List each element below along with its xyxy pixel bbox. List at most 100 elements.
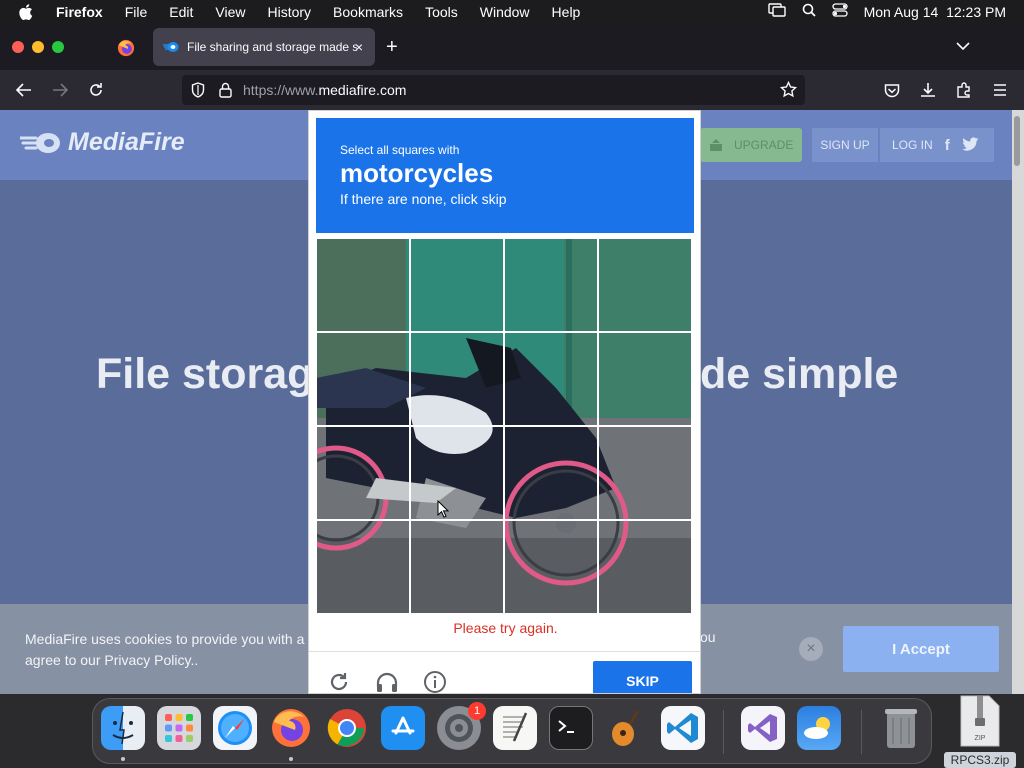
captcha-skip-button[interactable]: SKIP [593, 661, 692, 693]
finder-running-indicator [121, 757, 125, 761]
pinned-tab-firefox[interactable] [114, 36, 138, 60]
textedit-icon[interactable] [493, 706, 537, 750]
extensions-puzzle-icon[interactable] [954, 80, 974, 100]
mediafire-logo[interactable]: MediaFire [20, 128, 185, 157]
mediafire-favicon-icon [163, 42, 179, 52]
captcha-instruction-text: Select all squares with [340, 143, 460, 157]
twitter-icon[interactable] [961, 136, 979, 154]
trash-icon[interactable] [879, 706, 923, 750]
accept-cookies-button[interactable]: I Accept [843, 626, 999, 672]
vscode-icon[interactable] [661, 706, 705, 750]
menu-tools[interactable]: Tools [425, 4, 458, 20]
captcha-tile[interactable] [316, 520, 410, 614]
menu-help[interactable]: Help [552, 4, 581, 20]
screen-mirroring-icon[interactable] [767, 3, 786, 20]
captcha-reload-icon[interactable] [326, 669, 352, 693]
captcha-hint: If there are none, click skip [340, 191, 507, 207]
forward-arrow-icon[interactable] [50, 80, 70, 100]
firefox-running-indicator [289, 757, 293, 761]
captcha-tile[interactable] [598, 238, 692, 332]
hamburger-menu-icon[interactable] [990, 80, 1010, 100]
sign-up-button[interactable]: SIGN UP [812, 128, 878, 162]
cookie-message: MediaFire uses cookies to provide you wi… [25, 631, 317, 668]
window-close-button[interactable] [12, 41, 24, 53]
mediafire-flame-icon [20, 132, 60, 153]
chrome-icon[interactable] [325, 706, 369, 750]
menu-edit[interactable]: Edit [169, 4, 193, 20]
menubar-clock[interactable]: Mon Aug 14 12:23 PM [864, 4, 1006, 20]
captcha-tile[interactable] [410, 332, 504, 426]
captcha-info-icon[interactable] [422, 669, 448, 693]
bookmark-star-icon[interactable] [779, 80, 798, 103]
menu-bar: Firefox File Edit View History Bookmarks… [0, 0, 1024, 23]
downloads-icon[interactable] [918, 80, 938, 100]
captcha-tile[interactable] [410, 238, 504, 332]
hero-heading-left: File storag [96, 350, 314, 398]
garageband-icon[interactable] [605, 706, 649, 750]
back-arrow-icon[interactable] [14, 80, 34, 100]
captcha-error-message: Please try again. [453, 620, 558, 636]
spotlight-search-icon[interactable] [802, 3, 816, 20]
launchpad-icon[interactable] [157, 706, 201, 750]
captcha-tile[interactable] [410, 520, 504, 614]
menu-file[interactable]: File [125, 4, 148, 20]
zip-file-name[interactable]: RPCS3.zip [944, 752, 1016, 768]
captcha-tile[interactable] [316, 238, 410, 332]
apple-menu-icon[interactable] [18, 3, 34, 20]
captcha-tile[interactable] [598, 520, 692, 614]
upgrade-box-icon [710, 139, 722, 151]
url-text[interactable]: https://www.mediafire.com [243, 82, 406, 98]
captcha-tile[interactable] [410, 426, 504, 520]
window-zoom-button[interactable] [52, 41, 64, 53]
captcha-tile[interactable] [316, 426, 410, 520]
cookie-close-icon[interactable]: × [799, 637, 823, 661]
menu-app-name[interactable]: Firefox [56, 4, 103, 20]
list-all-tabs-chevron-icon[interactable] [956, 38, 970, 56]
captcha-tile[interactable] [316, 332, 410, 426]
window-minimize-button[interactable] [32, 41, 44, 53]
tab-mediafire[interactable]: File sharing and storage made simple × [153, 28, 375, 66]
weather-icon[interactable] [797, 706, 841, 750]
captcha-target-object: motorcycles [340, 158, 494, 188]
reload-icon[interactable] [86, 80, 106, 100]
captcha-tile-grid [316, 238, 692, 614]
padlock-icon[interactable] [219, 82, 232, 103]
new-tab-button[interactable]: + [386, 37, 398, 57]
captcha-tile[interactable] [598, 332, 692, 426]
visual-studio-icon[interactable] [741, 706, 785, 750]
tracking-protection-shield-icon[interactable] [191, 82, 205, 103]
facebook-icon[interactable]: f [945, 137, 950, 154]
hero-heading-right: de simple [700, 350, 899, 398]
menu-view[interactable]: View [215, 4, 245, 20]
safari-icon[interactable] [213, 706, 257, 750]
mouse-pointer-icon [437, 499, 450, 523]
captcha-tile[interactable] [598, 426, 692, 520]
menu-window[interactable]: Window [480, 4, 530, 20]
captcha-audio-headphones-icon[interactable] [374, 669, 400, 693]
scrollbar-thumb[interactable] [1014, 116, 1020, 166]
firefox-icon[interactable] [269, 706, 313, 750]
page-scrollbar[interactable] [1012, 110, 1024, 694]
pocket-icon[interactable] [882, 80, 902, 100]
app-store-icon[interactable] [381, 706, 425, 750]
captcha-tile[interactable] [504, 332, 598, 426]
settings-notification-badge: 1 [468, 702, 486, 720]
terminal-icon[interactable] [549, 706, 593, 750]
zip-file-icon[interactable]: ZIP [957, 694, 1003, 748]
finder-icon[interactable] [101, 706, 145, 750]
upgrade-button[interactable]: UPGRADE [700, 128, 802, 162]
menu-history[interactable]: History [267, 4, 311, 20]
captcha-instructions: Select all squares with motorcycles If t… [316, 118, 694, 233]
tab-close-icon[interactable]: × [351, 39, 367, 55]
captcha-tile[interactable] [504, 426, 598, 520]
dock-separator [723, 710, 724, 754]
captcha-tile[interactable] [504, 520, 598, 614]
captcha-tile[interactable] [504, 238, 598, 332]
dock-separator [861, 710, 862, 754]
cookie-message-tail: ou [700, 629, 716, 645]
url-bar[interactable]: https://www.mediafire.com [182, 75, 805, 105]
control-center-icon[interactable] [831, 3, 848, 20]
firefox-icon [117, 39, 135, 57]
menu-bookmarks[interactable]: Bookmarks [333, 4, 403, 20]
log-in-link[interactable]: LOG IN [892, 138, 933, 152]
